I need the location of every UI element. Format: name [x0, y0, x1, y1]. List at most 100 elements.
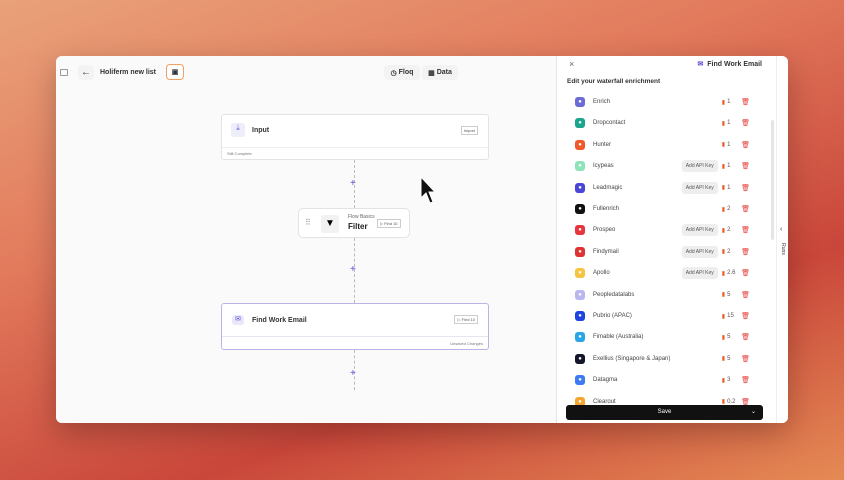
provider-name: Leadmagic: [593, 184, 623, 191]
credit-icon: ▮: [721, 249, 726, 256]
enrichment-panel: × ✉ Find Work Email Edit your waterfall …: [556, 56, 776, 423]
credit-icon: ▮: [721, 142, 726, 149]
scrollbar[interactable]: [771, 120, 774, 240]
credit-icon: ▮: [721, 227, 726, 234]
runs-side-tab[interactable]: ‹ Runs: [776, 56, 788, 423]
trash-icon[interactable]: 🗑: [741, 333, 750, 341]
provider-cost: 1: [727, 141, 731, 148]
node-title: Input: [252, 127, 270, 134]
find-button[interactable]: ▷ Find 10: [377, 219, 401, 228]
input-node[interactable]: ⤓ Input Import Still Complete: [221, 114, 489, 160]
trash-icon[interactable]: 🗑: [741, 226, 750, 234]
provider-cost: 2: [727, 227, 731, 234]
provider-row[interactable]: ● Datagma ▮ 3 🗑: [575, 371, 750, 389]
provider-row[interactable]: ● Peopledatalabs ▮ 5 🗑: [575, 286, 750, 304]
download-icon: ⤓: [231, 123, 245, 137]
mouse-cursor-icon: [420, 176, 436, 204]
import-button[interactable]: Import: [460, 126, 478, 135]
save-button[interactable]: Save ⌄: [566, 405, 763, 420]
provider-row[interactable]: ● Icypeas Add API Key ▮ 1 🗑: [575, 157, 750, 175]
add-api-key-button[interactable]: Add API Key: [681, 267, 718, 280]
panel-title: ✉ Find Work Email: [697, 61, 762, 68]
provider-cost: 0.2: [727, 398, 736, 405]
provider-logo-icon: ●: [575, 375, 585, 386]
add-api-key-button[interactable]: Add API Key: [681, 245, 718, 258]
credit-icon: ▮: [721, 377, 726, 384]
credit-icon: ▮: [721, 270, 726, 277]
add-step-icon[interactable]: +: [350, 179, 356, 189]
node-subtitle: Flow Basics: [348, 214, 375, 220]
provider-row[interactable]: ● Fimable (Australia) ▮ 5 🗑: [575, 328, 750, 346]
back-button[interactable]: ←: [78, 65, 94, 80]
provider-row[interactable]: ● Exellius (Singapore & Japan) ▮ 5 🗑: [575, 350, 750, 368]
app-window: ← Holiferm new list ▣ ◷ Floq ▦ Data ⤓ In…: [56, 56, 788, 423]
provider-cost: 2: [727, 248, 731, 255]
provider-logo-icon: ●: [575, 353, 585, 364]
credit-icon: ▮: [721, 99, 726, 106]
tab-data[interactable]: ▦ Data: [422, 65, 458, 80]
provider-cost: 1: [727, 184, 731, 191]
provider-cost: 15: [727, 313, 734, 319]
credit-icon: ▮: [721, 163, 726, 170]
add-step-icon[interactable]: +: [350, 265, 356, 275]
provider-row[interactable]: ● Fullenrich ▮ 2 🗑: [575, 200, 750, 218]
side-tab-label: Runs: [779, 243, 786, 255]
trash-icon[interactable]: 🗑: [741, 291, 750, 299]
list-title[interactable]: Holiferm new list: [100, 69, 156, 76]
trash-icon[interactable]: 🗑: [741, 184, 750, 192]
notes-button[interactable]: ▣: [166, 64, 184, 80]
tab-floq[interactable]: ◷ Floq: [384, 65, 420, 80]
trash-icon[interactable]: 🗑: [741, 205, 750, 213]
credit-icon: ▮: [721, 185, 726, 192]
provider-row[interactable]: ● Prospeo Add API Key ▮ 2 🗑: [575, 221, 750, 239]
provider-cost: 1: [727, 163, 731, 170]
provider-row[interactable]: ● Leadmagic Add API Key ▮ 1 🗑: [575, 179, 750, 197]
add-api-key-button[interactable]: Add API Key: [681, 224, 718, 237]
sidebar-toggle-icon[interactable]: [60, 69, 68, 76]
trash-icon[interactable]: 🗑: [741, 269, 750, 277]
provider-row[interactable]: ● Pubrio (APAC) ▮ 15 🗑: [575, 307, 750, 325]
provider-cost: 3: [727, 377, 731, 384]
trash-icon[interactable]: 🗑: [741, 376, 750, 384]
provider-row[interactable]: ● Enrich ▮ 1 🗑: [575, 93, 750, 111]
add-api-key-button[interactable]: Add API Key: [681, 160, 718, 173]
provider-name: Hunter: [593, 141, 612, 148]
trash-icon[interactable]: 🗑: [741, 141, 750, 149]
node-status: Still Complete: [227, 151, 252, 156]
trash-icon[interactable]: 🗑: [741, 119, 750, 127]
trash-icon[interactable]: 🗑: [741, 98, 750, 106]
provider-logo-icon: ●: [575, 97, 585, 107]
chevron-down-icon[interactable]: ⌄: [751, 405, 756, 420]
credit-icon: ▮: [721, 356, 726, 363]
provider-logo-icon: ●: [575, 161, 585, 172]
trash-icon[interactable]: 🗑: [741, 162, 750, 170]
provider-name: Exellius (Singapore & Japan): [593, 355, 671, 362]
provider-logo-icon: ●: [575, 246, 585, 257]
add-api-key-button[interactable]: Add API Key: [681, 181, 718, 194]
provider-row[interactable]: ● Dropcontact ▮ 1 🗑: [575, 114, 750, 132]
provider-logo-icon: ●: [575, 139, 585, 150]
add-step-icon[interactable]: +: [350, 369, 356, 379]
find-button[interactable]: ▷ Find 10: [454, 315, 478, 324]
provider-cost: 1: [727, 99, 731, 105]
chevron-left-icon[interactable]: ‹: [780, 226, 782, 233]
trash-icon[interactable]: 🗑: [741, 355, 750, 363]
panel-heading: Edit your waterfall enrichment: [567, 78, 661, 85]
provider-cost: 2.6: [727, 270, 736, 277]
flow-canvas[interactable]: ← Holiferm new list ▣ ◷ Floq ▦ Data ⤓ In…: [56, 56, 556, 423]
credit-icon: ▮: [721, 292, 726, 299]
provider-cost: 5: [727, 291, 731, 298]
close-icon[interactable]: ×: [569, 59, 574, 69]
drag-handle-icon[interactable]: ⠿: [305, 218, 311, 227]
provider-logo-icon: ●: [575, 204, 585, 214]
find-work-email-node[interactable]: ✉ Find Work Email ▷ Find 10 Unsaved Chan…: [221, 303, 489, 350]
filter-icon: ▼: [321, 215, 339, 233]
provider-row[interactable]: ● Apollo Add API Key ▮ 2.6 🗑: [575, 264, 750, 282]
trash-icon[interactable]: 🗑: [741, 248, 750, 256]
provider-row[interactable]: ● Hunter ▮ 1 🗑: [575, 136, 750, 154]
trash-icon[interactable]: 🗑: [741, 312, 750, 320]
provider-row[interactable]: ● Findymail Add API Key ▮ 2 🗑: [575, 243, 750, 261]
provider-name: Apollo: [593, 270, 610, 277]
provider-name: Enrich: [593, 99, 611, 105]
filter-node[interactable]: ⠿ ▼ Flow Basics Filter ▷ Find 10: [298, 208, 410, 238]
